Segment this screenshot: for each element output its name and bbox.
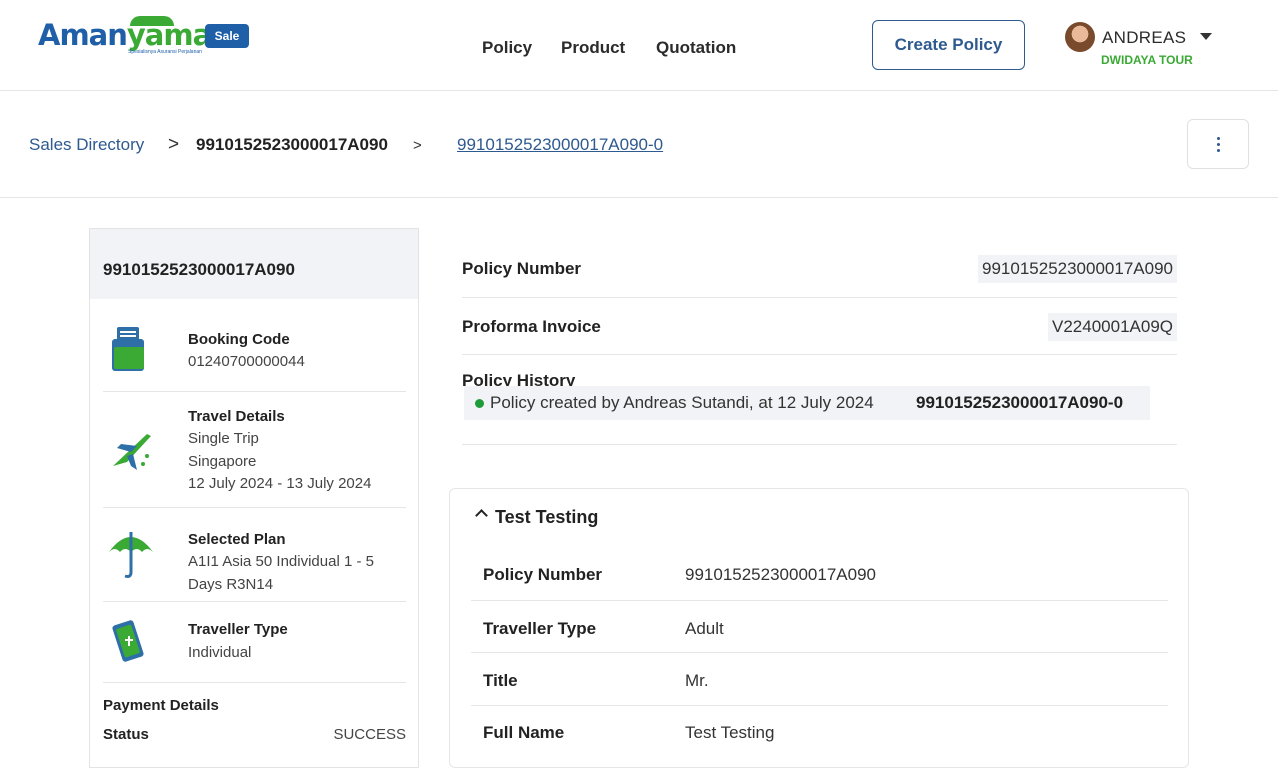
table-row: Full Name Test Testing xyxy=(471,706,1168,759)
selected-plan-line2: Days R3N14 xyxy=(188,576,274,593)
breadcrumb-policy[interactable]: 9910152523000017A090 xyxy=(196,135,388,155)
caret-down-icon[interactable] xyxy=(1200,33,1212,40)
logo-wordmark: Amanyaman xyxy=(38,18,232,52)
policy-history-entry: Policy created by Andreas Sutandi, at 12… xyxy=(464,386,1150,420)
travel-details-item: Travel Details Single Trip Singapore 12 … xyxy=(103,392,406,508)
selected-plan-item: Selected Plan A1I1 Asia 50 Individual 1 … xyxy=(103,508,406,602)
traveller-card-header[interactable]: Test Testing xyxy=(475,507,599,528)
umbrella-icon xyxy=(107,528,155,585)
top-navbar: Amanyaman Spesialisnya Asuransi Perjalan… xyxy=(0,0,1278,91)
sale-badge: Sale xyxy=(205,24,249,48)
policy-summary-card: 9910152523000017A090 Booking Code 012407… xyxy=(89,228,419,768)
traveller-type-title: Traveller Type xyxy=(188,621,288,638)
row-label: Traveller Type xyxy=(483,619,597,638)
row-label: Title xyxy=(483,671,518,690)
payment-status-label: Status xyxy=(103,726,149,743)
brand-logo[interactable]: Amanyaman Spesialisnya Asuransi Perjalan… xyxy=(38,16,250,60)
travel-type: Single Trip xyxy=(188,430,259,447)
booking-code-item: Booking Code 01240700000044 xyxy=(103,299,406,392)
booking-code-title: Booking Code xyxy=(188,331,290,348)
nav-policy[interactable]: Policy xyxy=(482,38,532,58)
row-value: Mr. xyxy=(685,671,709,690)
travel-destination: Singapore xyxy=(188,453,257,470)
policy-number-value: 9910152523000017A090 xyxy=(978,255,1177,283)
nav-quotation[interactable]: Quotation xyxy=(656,38,736,58)
table-row: Policy Number 9910152523000017A090 xyxy=(471,547,1168,601)
row-value: Test Testing xyxy=(685,723,775,742)
nav-product[interactable]: Product xyxy=(561,38,625,58)
policy-history-text: Policy created by Andreas Sutandi, at 12… xyxy=(490,393,874,412)
logo-tagline: Spesialisnya Asuransi Perjalanan xyxy=(128,49,202,55)
more-vertical-icon[interactable] xyxy=(1187,119,1249,169)
traveller-card: Test Testing Policy Number 9910152523000… xyxy=(449,488,1189,768)
breadcrumb-current[interactable]: 9910152523000017A090-0 xyxy=(457,135,663,155)
proforma-invoice-value: V2240001A09Q xyxy=(1048,313,1177,341)
travel-details-title: Travel Details xyxy=(188,408,285,425)
policy-number-row: Policy Number 9910152523000017A090 xyxy=(462,241,1177,298)
selected-plan-line1: A1I1 Asia 50 Individual 1 - 5 xyxy=(188,553,374,570)
table-row: Traveller Type Adult xyxy=(471,601,1168,653)
policy-history-reference[interactable]: 9910152523000017A090-0 xyxy=(916,393,1123,413)
status-dot-icon xyxy=(475,399,484,408)
payment-details-title: Payment Details xyxy=(103,697,219,714)
breadcrumb-separator: > xyxy=(168,134,180,155)
row-label: Full Name xyxy=(483,723,565,742)
traveller-type-value: Individual xyxy=(188,644,252,661)
avatar[interactable] xyxy=(1065,22,1095,52)
create-policy-button[interactable]: Create Policy xyxy=(872,20,1025,70)
policy-number-label: Policy Number xyxy=(462,259,582,278)
payment-status-value: SUCCESS xyxy=(333,726,406,743)
travel-dates: 12 July 2024 - 13 July 2024 xyxy=(188,475,372,492)
proforma-invoice-row: Proforma Invoice V2240001A09Q xyxy=(462,298,1177,355)
booking-code-value: 01240700000044 xyxy=(188,353,305,370)
chevron-up-icon[interactable] xyxy=(475,509,488,522)
breadcrumb-sales-directory[interactable]: Sales Directory xyxy=(29,135,144,155)
traveller-type-item: Traveller Type Individual xyxy=(103,602,406,683)
breadcrumb-separator: > xyxy=(413,137,422,154)
selected-plan-title: Selected Plan xyxy=(188,531,286,548)
row-label: Policy Number xyxy=(483,565,603,584)
summary-title: 9910152523000017A090 xyxy=(90,229,418,299)
row-value: 9910152523000017A090 xyxy=(685,565,876,584)
traveller-card-title: Test Testing xyxy=(495,507,599,527)
ticket-icon xyxy=(107,618,151,671)
row-value: Adult xyxy=(685,619,724,638)
user-organization: DWIDAYA TOUR xyxy=(1101,53,1193,67)
breadcrumb: Sales Directory > 9910152523000017A090 >… xyxy=(0,91,1278,198)
airplane-icon xyxy=(107,426,155,479)
table-row: Title Mr. xyxy=(471,653,1168,706)
folder-icon xyxy=(107,325,149,380)
policy-history-row: Policy History Policy created by Andreas… xyxy=(462,355,1177,445)
proforma-invoice-label: Proforma Invoice xyxy=(462,317,601,336)
user-name[interactable]: ANDREAS xyxy=(1102,28,1186,48)
